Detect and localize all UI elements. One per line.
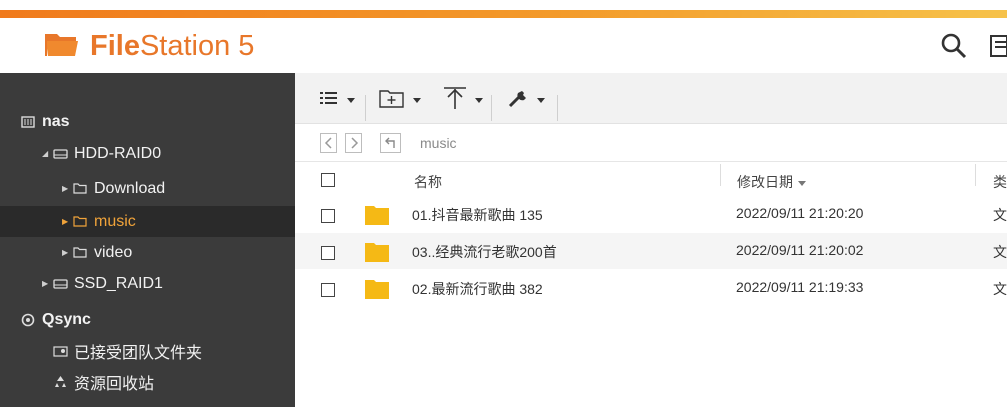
file-modified: 2022/09/11 21:19:33 (736, 279, 864, 295)
table-row[interactable]: 02.最新流行歌曲 382 2022/09/11 21:19:33 文 (295, 270, 1007, 306)
sidebar-item-label: music (94, 212, 136, 230)
table-header: 名称 修改日期 类 (295, 162, 1007, 198)
shared-folder-icon (52, 345, 68, 357)
sidebar-item-label: video (94, 243, 133, 261)
recycle-icon (52, 375, 68, 389)
row-checkbox[interactable] (321, 283, 335, 297)
task-list-icon[interactable] (988, 32, 1007, 65)
new-folder-icon (379, 88, 405, 113)
path-bar: music (295, 124, 1007, 162)
forward-button[interactable] (345, 133, 362, 153)
sidebar-item-label: SSD_RAID1 (74, 274, 163, 292)
sidebar-item-nas[interactable]: nas (0, 106, 295, 137)
sidebar-item-label: 已接受团队文件夹 (74, 344, 203, 362)
column-divider[interactable] (720, 164, 721, 186)
sidebar: nas ◢ HDD-RAID0 ▶ Download ▶ music ▶ vid… (0, 73, 295, 407)
qsync-icon (20, 313, 36, 327)
sidebar-item-music[interactable]: ▶ music (0, 206, 295, 237)
sidebar-item-label: Qsync (42, 310, 91, 328)
file-name[interactable]: 03..经典流行老歌200首 (412, 242, 557, 262)
toolbar-divider (365, 95, 366, 121)
new-folder-button[interactable] (379, 88, 421, 112)
folder-icon (365, 280, 389, 302)
tools-icon (507, 88, 529, 113)
collapsed-arrow-icon[interactable]: ▶ (62, 248, 72, 257)
drive-icon (52, 148, 68, 159)
drive-icon (52, 278, 68, 289)
file-type: 文 (993, 281, 1007, 297)
sidebar-item-recycle-bin[interactable]: 资源回收站 (0, 366, 295, 397)
parent-folder-button[interactable] (380, 133, 401, 153)
chevron-left-icon (324, 137, 332, 149)
app-header: FileStation 5 (0, 18, 1007, 73)
folder-icon (365, 243, 389, 265)
sidebar-item-hdd-raid0[interactable]: ◢ HDD-RAID0 (0, 138, 295, 169)
sidebar-item-download[interactable]: ▶ Download (0, 173, 295, 204)
sidebar-item-label: HDD-RAID0 (74, 144, 162, 162)
sidebar-item-label: nas (42, 112, 70, 130)
folder-outline-icon (72, 247, 88, 258)
view-mode-button[interactable] (319, 88, 355, 112)
chevron-down-icon (537, 97, 545, 103)
column-divider[interactable] (975, 164, 976, 186)
expanded-arrow-icon[interactable]: ◢ (42, 149, 52, 158)
list-view-icon (319, 89, 339, 112)
sidebar-item-qsync[interactable]: Qsync (0, 304, 295, 335)
search-icon[interactable] (940, 32, 968, 65)
row-checkbox[interactable] (321, 209, 335, 223)
upload-button[interactable] (443, 86, 483, 115)
column-modified[interactable]: 修改日期 (737, 172, 806, 192)
file-modified: 2022/09/11 21:20:20 (736, 205, 864, 221)
chevron-down-icon (413, 97, 421, 103)
tools-button[interactable] (507, 88, 545, 112)
chevron-down-icon (475, 97, 483, 103)
table-row[interactable]: 03..经典流行老歌200首 2022/09/11 21:20:02 文 (295, 233, 1007, 269)
collapsed-arrow-icon[interactable]: ▶ (62, 217, 72, 226)
upload-icon (443, 86, 467, 115)
back-button[interactable] (320, 133, 337, 153)
sidebar-item-team-folders[interactable]: 已接受团队文件夹 (0, 335, 295, 366)
column-type[interactable]: 类 (993, 172, 1007, 192)
file-type: 文 (993, 244, 1007, 260)
file-modified: 2022/09/11 21:20:02 (736, 242, 864, 258)
folder-outline-icon (72, 216, 88, 227)
top-accent-bar (0, 0, 1007, 18)
file-name[interactable]: 01.抖音最新歌曲 135 (412, 205, 543, 225)
file-name[interactable]: 02.最新流行歌曲 382 (412, 279, 543, 299)
return-icon (384, 137, 395, 148)
table-row[interactable]: 01.抖音最新歌曲 135 2022/09/11 21:20:20 文 (295, 196, 1007, 232)
chevron-down-icon (347, 97, 355, 103)
collapsed-arrow-icon[interactable]: ▶ (42, 279, 52, 288)
sidebar-item-label: 资源回收站 (74, 375, 155, 393)
toolbar (295, 73, 1007, 124)
folder-icon (44, 30, 80, 63)
current-path[interactable]: music (420, 135, 457, 151)
chevron-right-icon (350, 137, 358, 149)
app-title: FileStation 5 (90, 30, 255, 62)
folder-icon (365, 206, 389, 228)
select-all-checkbox[interactable] (321, 173, 335, 187)
toolbar-divider (557, 95, 558, 121)
collapsed-arrow-icon[interactable]: ▶ (62, 184, 72, 193)
sort-desc-icon (798, 180, 806, 186)
row-checkbox[interactable] (321, 246, 335, 260)
sidebar-item-label: Download (94, 179, 166, 197)
sidebar-item-ssd-raid1[interactable]: ▶ SSD_RAID1 (0, 268, 295, 299)
file-type: 文 (993, 207, 1007, 223)
sidebar-item-video[interactable]: ▶ video (0, 237, 295, 268)
app-logo: FileStation 5 (44, 30, 254, 62)
toolbar-divider (491, 95, 492, 121)
folder-outline-icon (72, 183, 88, 194)
file-panel: music 名称 修改日期 类 01.抖音最新歌曲 135 2022/09/11… (295, 73, 1007, 407)
nas-icon (20, 115, 36, 128)
column-name[interactable]: 名称 (414, 172, 442, 192)
